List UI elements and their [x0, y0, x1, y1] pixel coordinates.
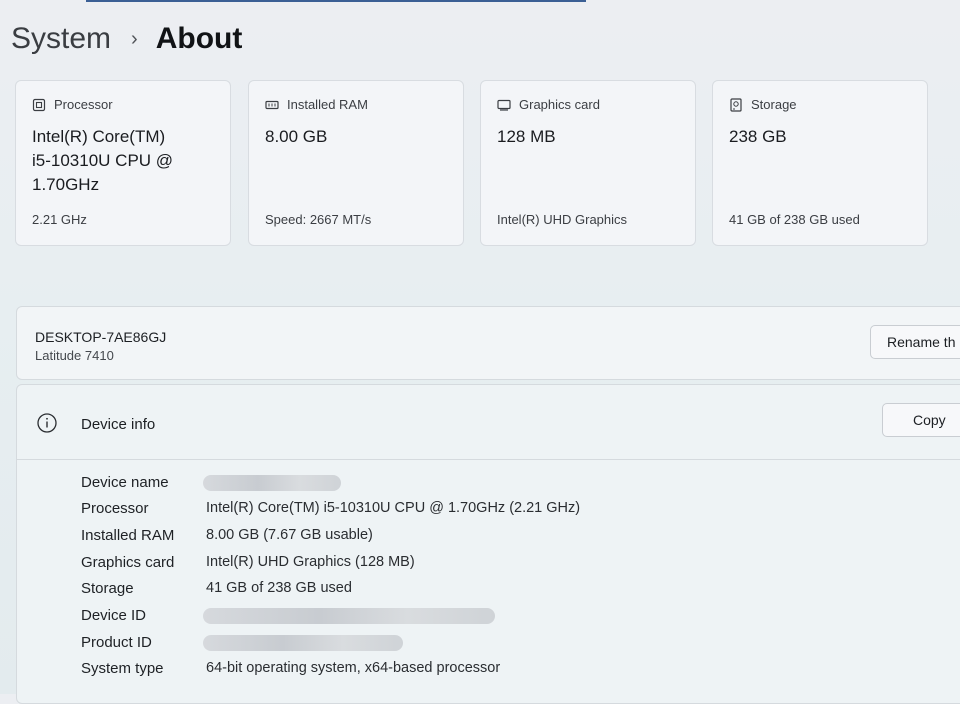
ram-card-speed: Speed: 2667 MT/s	[265, 212, 372, 227]
storage-icon	[729, 97, 743, 112]
storage-card-usage: 41 GB of 238 GB used	[729, 212, 860, 227]
breadcrumb-system[interactable]: System	[11, 22, 111, 56]
storage-card-value: 238 GB	[729, 127, 787, 146]
ram-card-value: 8.00 GB	[265, 127, 328, 146]
processor-card-value: Intel(R) Core(TM) i5-10310U CPU @ 1.70GH…	[32, 127, 174, 194]
processor-icon	[32, 98, 46, 112]
info-icon	[37, 413, 57, 433]
spec-label: Storage	[81, 580, 134, 597]
spec-value: Intel(R) Core(TM) i5-10310U CPU @ 1.70GH…	[206, 500, 581, 516]
graphics-card-value: 128 MB	[497, 127, 556, 146]
breadcrumb: System › About	[11, 22, 242, 56]
spec-row-system-type: System type 64-bit operating system, x64…	[81, 660, 951, 686]
spec-row-ram: Installed RAM 8.00 GB (7.67 GB usable)	[81, 527, 951, 553]
spec-value: Intel(R) UHD Graphics (128 MB)	[206, 554, 415, 570]
processor-card: Processor Intel(R) Core(TM) i5-10310U CP…	[15, 80, 231, 246]
spec-label: Graphics card	[81, 554, 175, 571]
ram-card: Installed RAM 8.00 GB Speed: 2667 MT/s	[248, 80, 464, 246]
spec-label: Device ID	[81, 607, 147, 624]
device-info-title: Device info	[81, 416, 156, 433]
spec-value: 64-bit operating system, x64-based proce…	[206, 660, 501, 676]
rename-pc-button[interactable]: Rename th	[870, 325, 960, 359]
spec-row-graphics: Graphics card Intel(R) UHD Graphics (128…	[81, 554, 951, 580]
ram-card-label: Installed RAM	[287, 97, 368, 112]
device-name-row: DESKTOP-7AE86GJ Latitude 7410	[16, 306, 960, 380]
spec-row-device-name: Device name	[81, 474, 951, 500]
spec-label: Product ID	[81, 634, 152, 651]
graphics-card-label: Graphics card	[519, 97, 600, 112]
storage-card-label: Storage	[751, 97, 797, 112]
graphics-card: Graphics card 128 MB Intel(R) UHD Graphi…	[480, 80, 696, 246]
spec-label: Processor	[81, 500, 149, 517]
spec-row-product-id: Product ID	[81, 634, 951, 660]
spec-row-device-id: Device ID	[81, 607, 951, 633]
redacted-value	[203, 475, 341, 491]
processor-card-speed: 2.21 GHz	[32, 212, 87, 227]
window-accent-line	[86, 0, 586, 2]
pc-name: DESKTOP-7AE86GJ	[35, 329, 167, 345]
spec-label: Installed RAM	[81, 527, 175, 544]
page-title: About	[155, 22, 243, 55]
device-info-header[interactable]: Device info	[17, 385, 960, 460]
spec-value: 41 GB of 238 GB used	[206, 580, 352, 596]
storage-card: Storage 238 GB 41 GB of 238 GB used	[712, 80, 928, 246]
breadcrumb-separator: ›	[131, 27, 138, 50]
pc-model: Latitude 7410	[35, 348, 114, 363]
graphics-card-icon	[497, 98, 511, 112]
copy-button[interactable]: Copy	[882, 403, 960, 437]
spec-value: 8.00 GB (7.67 GB usable)	[206, 527, 373, 543]
spec-row-processor: Processor Intel(R) Core(TM) i5-10310U CP…	[81, 500, 951, 526]
spec-row-storage: Storage 41 GB of 238 GB used	[81, 580, 951, 606]
redacted-value	[203, 635, 403, 651]
spec-label: System type	[81, 660, 164, 677]
processor-card-label: Processor	[54, 97, 113, 112]
redacted-value	[203, 608, 495, 624]
spec-label: Device name	[81, 474, 169, 491]
graphics-card-model: Intel(R) UHD Graphics	[497, 212, 628, 227]
ram-icon	[265, 98, 279, 112]
